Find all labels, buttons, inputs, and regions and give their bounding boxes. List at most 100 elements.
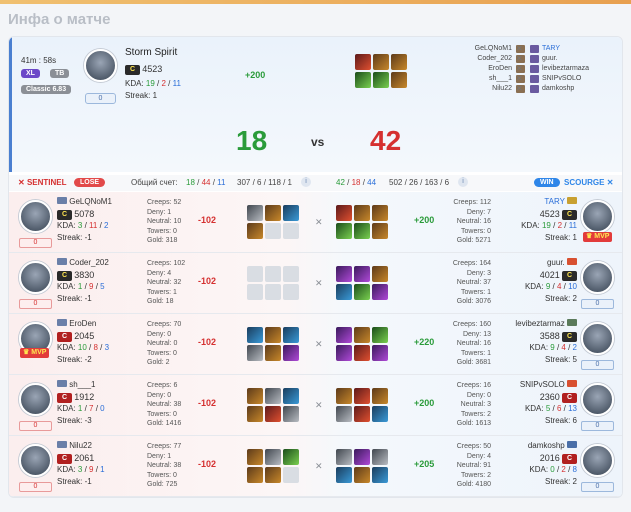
player-left-name[interactable]: Coder_202 <box>477 54 512 64</box>
item-slot-icon[interactable] <box>247 388 263 404</box>
item-slot-icon[interactable] <box>336 467 352 483</box>
item-slot-icon[interactable] <box>354 205 370 221</box>
item-slot-icon[interactable] <box>354 467 370 483</box>
player-right-name[interactable]: levibeztarmaza <box>542 64 589 74</box>
item-slot-icon[interactable] <box>265 327 281 343</box>
item-slot-icon[interactable] <box>372 406 388 422</box>
left-player-name[interactable]: GeLQNoM1 <box>57 197 112 206</box>
item-slot-icon[interactable] <box>354 449 370 465</box>
item-slot-icon[interactable] <box>372 223 388 239</box>
right-player-name[interactable]: guur. <box>547 258 577 267</box>
item-slot-icon[interactable] <box>247 345 263 361</box>
player-left-name[interactable]: sh___1 <box>489 74 512 84</box>
right-player-avatar[interactable] <box>581 322 614 355</box>
item-slot-icon[interactable] <box>283 345 299 361</box>
item-slot-icon[interactable] <box>372 284 388 300</box>
item-slot-icon[interactable] <box>336 327 352 343</box>
left-player-avatar[interactable] <box>19 444 52 477</box>
player-left-name[interactable]: GeLQNoM1 <box>475 44 512 54</box>
item-slot-icon[interactable] <box>265 388 281 404</box>
item-slot-icon[interactable] <box>265 406 281 422</box>
item-slot-icon[interactable] <box>354 284 370 300</box>
player-right-name[interactable]: damkoshp <box>542 84 574 94</box>
item-slot-icon[interactable] <box>336 266 352 282</box>
item-slot-icon[interactable] <box>247 327 263 343</box>
item-slot-icon[interactable] <box>336 388 352 404</box>
item-slot-icon[interactable] <box>283 327 299 343</box>
info-icon[interactable]: i <box>458 177 468 187</box>
left-player-avatar[interactable] <box>19 383 52 416</box>
item-slot-icon[interactable] <box>247 223 263 239</box>
right-player-avatar[interactable] <box>581 444 614 477</box>
left-player-name-text[interactable]: GeLQNoM1 <box>69 197 112 206</box>
right-player-name[interactable]: TARY <box>544 197 577 206</box>
right-player-name-text[interactable]: TARY <box>544 197 564 206</box>
left-player-name[interactable]: EroDen <box>57 319 96 328</box>
item-slot-icon[interactable] <box>354 388 370 404</box>
item-slot-icon[interactable] <box>372 388 388 404</box>
item-slot-icon[interactable] <box>283 449 299 465</box>
item-slot-icon[interactable] <box>247 449 263 465</box>
item-slot-icon[interactable] <box>336 406 352 422</box>
item-slot-icon[interactable] <box>283 205 299 221</box>
left-player-name-text[interactable]: sh___1 <box>69 380 95 389</box>
right-player-name-text[interactable]: guur. <box>547 258 565 267</box>
item-slot-icon[interactable] <box>355 54 371 70</box>
item-slot-icon[interactable] <box>247 467 263 483</box>
player-right-name[interactable]: TARY <box>542 44 560 54</box>
hero-name[interactable]: Storm Spirit <box>125 47 177 58</box>
item-slot-icon[interactable] <box>336 223 352 239</box>
right-player-avatar[interactable] <box>581 261 614 294</box>
right-player-name[interactable]: damkoshp <box>528 441 577 450</box>
item-slot-icon[interactable] <box>283 406 299 422</box>
item-slot-icon[interactable] <box>247 205 263 221</box>
item-slot-icon[interactable] <box>354 327 370 343</box>
item-slot-icon[interactable] <box>372 345 388 361</box>
item-slot-icon[interactable] <box>265 449 281 465</box>
item-slot-icon[interactable] <box>247 406 263 422</box>
left-player-avatar[interactable] <box>19 261 52 294</box>
item-slot-icon[interactable] <box>336 345 352 361</box>
left-player-name-text[interactable]: Coder_202 <box>69 258 109 267</box>
info-icon[interactable]: i <box>301 177 311 187</box>
item-slot-icon[interactable] <box>373 54 389 70</box>
right-player-name-text[interactable]: SNIPvSOLO <box>520 380 565 389</box>
item-slot-icon[interactable] <box>336 284 352 300</box>
item-slot-icon[interactable] <box>355 72 371 88</box>
item-slot-icon[interactable] <box>265 467 281 483</box>
item-slot-icon[interactable] <box>354 406 370 422</box>
hero-avatar[interactable] <box>84 49 117 82</box>
item-slot-icon[interactable] <box>283 388 299 404</box>
right-player-name-text[interactable]: damkoshp <box>528 441 565 450</box>
item-slot-icon[interactable] <box>336 449 352 465</box>
item-slot-icon[interactable] <box>372 266 388 282</box>
player-left-name[interactable]: Nilu22 <box>492 84 512 94</box>
item-slot-icon[interactable] <box>265 345 281 361</box>
item-slot-icon[interactable] <box>372 327 388 343</box>
item-slot-icon[interactable] <box>391 54 407 70</box>
right-player-avatar[interactable] <box>581 383 614 416</box>
left-player-name[interactable]: Coder_202 <box>57 258 109 267</box>
item-slot-icon[interactable] <box>372 449 388 465</box>
player-left-name[interactable]: EroDen <box>488 64 512 74</box>
left-player-name[interactable]: sh___1 <box>57 380 95 389</box>
right-player-name[interactable]: SNIPvSOLO <box>520 380 577 389</box>
item-slot-icon[interactable] <box>265 205 281 221</box>
item-slot-icon[interactable] <box>354 266 370 282</box>
right-player-name-text[interactable]: levibeztarmaz <box>515 319 564 328</box>
item-slot-icon[interactable] <box>354 223 370 239</box>
item-slot-icon[interactable] <box>373 72 389 88</box>
left-player-avatar[interactable] <box>19 200 52 233</box>
item-slot-icon[interactable] <box>372 467 388 483</box>
item-slot-icon[interactable] <box>391 72 407 88</box>
item-slot-icon[interactable] <box>372 205 388 221</box>
left-player-name[interactable]: Nilu22 <box>57 441 92 450</box>
player-right-name[interactable]: SNIPvSOLO <box>542 74 581 84</box>
item-slot-icon[interactable] <box>336 205 352 221</box>
item-slot-icon[interactable] <box>354 345 370 361</box>
left-player-name-text[interactable]: Nilu22 <box>69 441 92 450</box>
player-right-name[interactable]: guur. <box>542 54 558 64</box>
right-player-avatar[interactable] <box>581 200 614 233</box>
left-player-name-text[interactable]: EroDen <box>69 319 96 328</box>
right-player-name[interactable]: levibeztarmaz <box>515 319 577 328</box>
